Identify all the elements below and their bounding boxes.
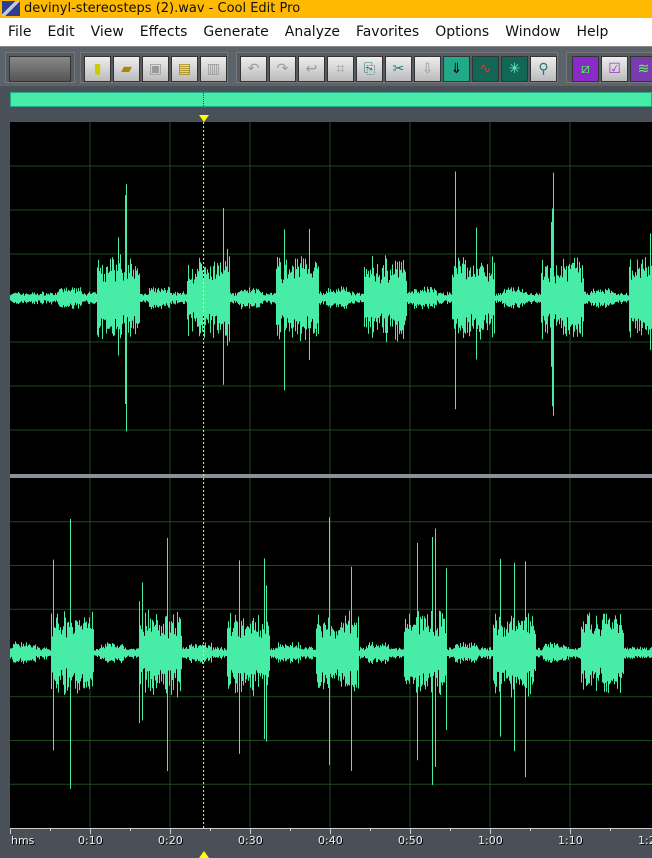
overview-cursor [203,93,204,106]
toolbar-group-mode [5,52,75,83]
ruler-tick [130,828,131,831]
cut-icon[interactable]: ✂ [385,56,412,82]
undo-icon[interactable]: ↶ [240,56,267,82]
menu-generate[interactable]: Generate [195,18,276,46]
paste-icon[interactable]: ⇩ [414,56,441,82]
channel-divider [10,474,652,478]
app-icon [2,1,20,16]
menu-options[interactable]: Options [427,18,497,46]
menu-edit[interactable]: Edit [39,18,82,46]
open-folder-button[interactable]: ▰ [113,56,140,82]
cursor-top-marker[interactable] [199,115,209,122]
save-as-button[interactable]: ▤ [171,56,198,82]
menu-window[interactable]: Window [497,18,568,46]
ruler-label: 0:50 [398,834,423,847]
toolbar-group-view: ⧄ ☑ ≋ [566,52,652,83]
copy-icon[interactable]: ⎘ [356,56,383,82]
ruler-tick [210,828,211,831]
multitrack-icon[interactable]: ⧄ [572,56,599,82]
menu-help[interactable]: Help [568,18,616,46]
properties-icon[interactable]: ☑ [601,56,628,82]
ruler-label: 0:30 [238,834,263,847]
waveform-display[interactable] [10,122,652,828]
toolbar-group-edit: ↶ ↷ ↩ ⌗ ⎘ ✂ ⇩ ⇓ ∿ ✳ ⚲ [236,52,558,83]
noise-reduction-icon[interactable]: ✳ [501,56,528,82]
window-title: devinyl-stereosteps (2).wav - Cool Edit … [24,1,301,16]
ruler-label: 0:40 [318,834,343,847]
amplify-icon[interactable]: ≋ [630,56,652,82]
ruler-tick [450,828,451,831]
ruler-label: 0:20 [158,834,183,847]
repeat-icon[interactable]: ↩ [298,56,325,82]
menu-view[interactable]: View [83,18,132,46]
ruler-label: 1:2 [638,834,652,847]
menu-bar: File Edit View Effects Generate Analyze … [0,18,652,46]
zoom-icon[interactable]: ⚲ [530,56,557,82]
ruler-tick [50,828,51,831]
spectral-icon[interactable]: ∿ [472,56,499,82]
new-file-button[interactable]: ▮ [84,56,111,82]
mix-paste-icon[interactable]: ⇓ [443,56,470,82]
ruler-label: 0:10 [78,834,103,847]
ruler-tick [370,828,371,831]
ruler-tick [530,828,531,831]
ruler-line [10,828,652,829]
save-all-button[interactable]: ▥ [200,56,227,82]
cursor-bottom-marker[interactable] [199,851,209,858]
menu-analyze[interactable]: Analyze [277,18,348,46]
ruler-tick [610,828,611,831]
menu-favorites[interactable]: Favorites [348,18,427,46]
menu-effects[interactable]: Effects [132,18,196,46]
ruler-tick [290,828,291,831]
time-ruler[interactable]: hms 0:10 0:20 0:30 0:40 0:50 1:00 1:10 1:2 [10,828,652,850]
ruler-unit-label: hms [11,834,35,847]
redo-icon[interactable]: ↷ [269,56,296,82]
toolbar-group-file: ▮ ▰ ▣ ▤ ▥ [80,52,228,83]
toolbar: ▮ ▰ ▣ ▤ ▥ ↶ ↷ ↩ ⌗ ⎘ ✂ ⇩ ⇓ ∿ ✳ ⚲ ⧄ ☑ ≋ [0,46,652,86]
ruler-label: 1:00 [478,834,503,847]
overview-bar[interactable] [10,92,652,107]
ruler-label: 1:10 [558,834,583,847]
title-bar: devinyl-stereosteps (2).wav - Cool Edit … [0,0,652,18]
menu-file[interactable]: File [0,18,39,46]
mode-switch-button[interactable] [9,56,71,82]
crop-icon[interactable]: ⌗ [327,56,354,82]
save-button[interactable]: ▣ [142,56,169,82]
